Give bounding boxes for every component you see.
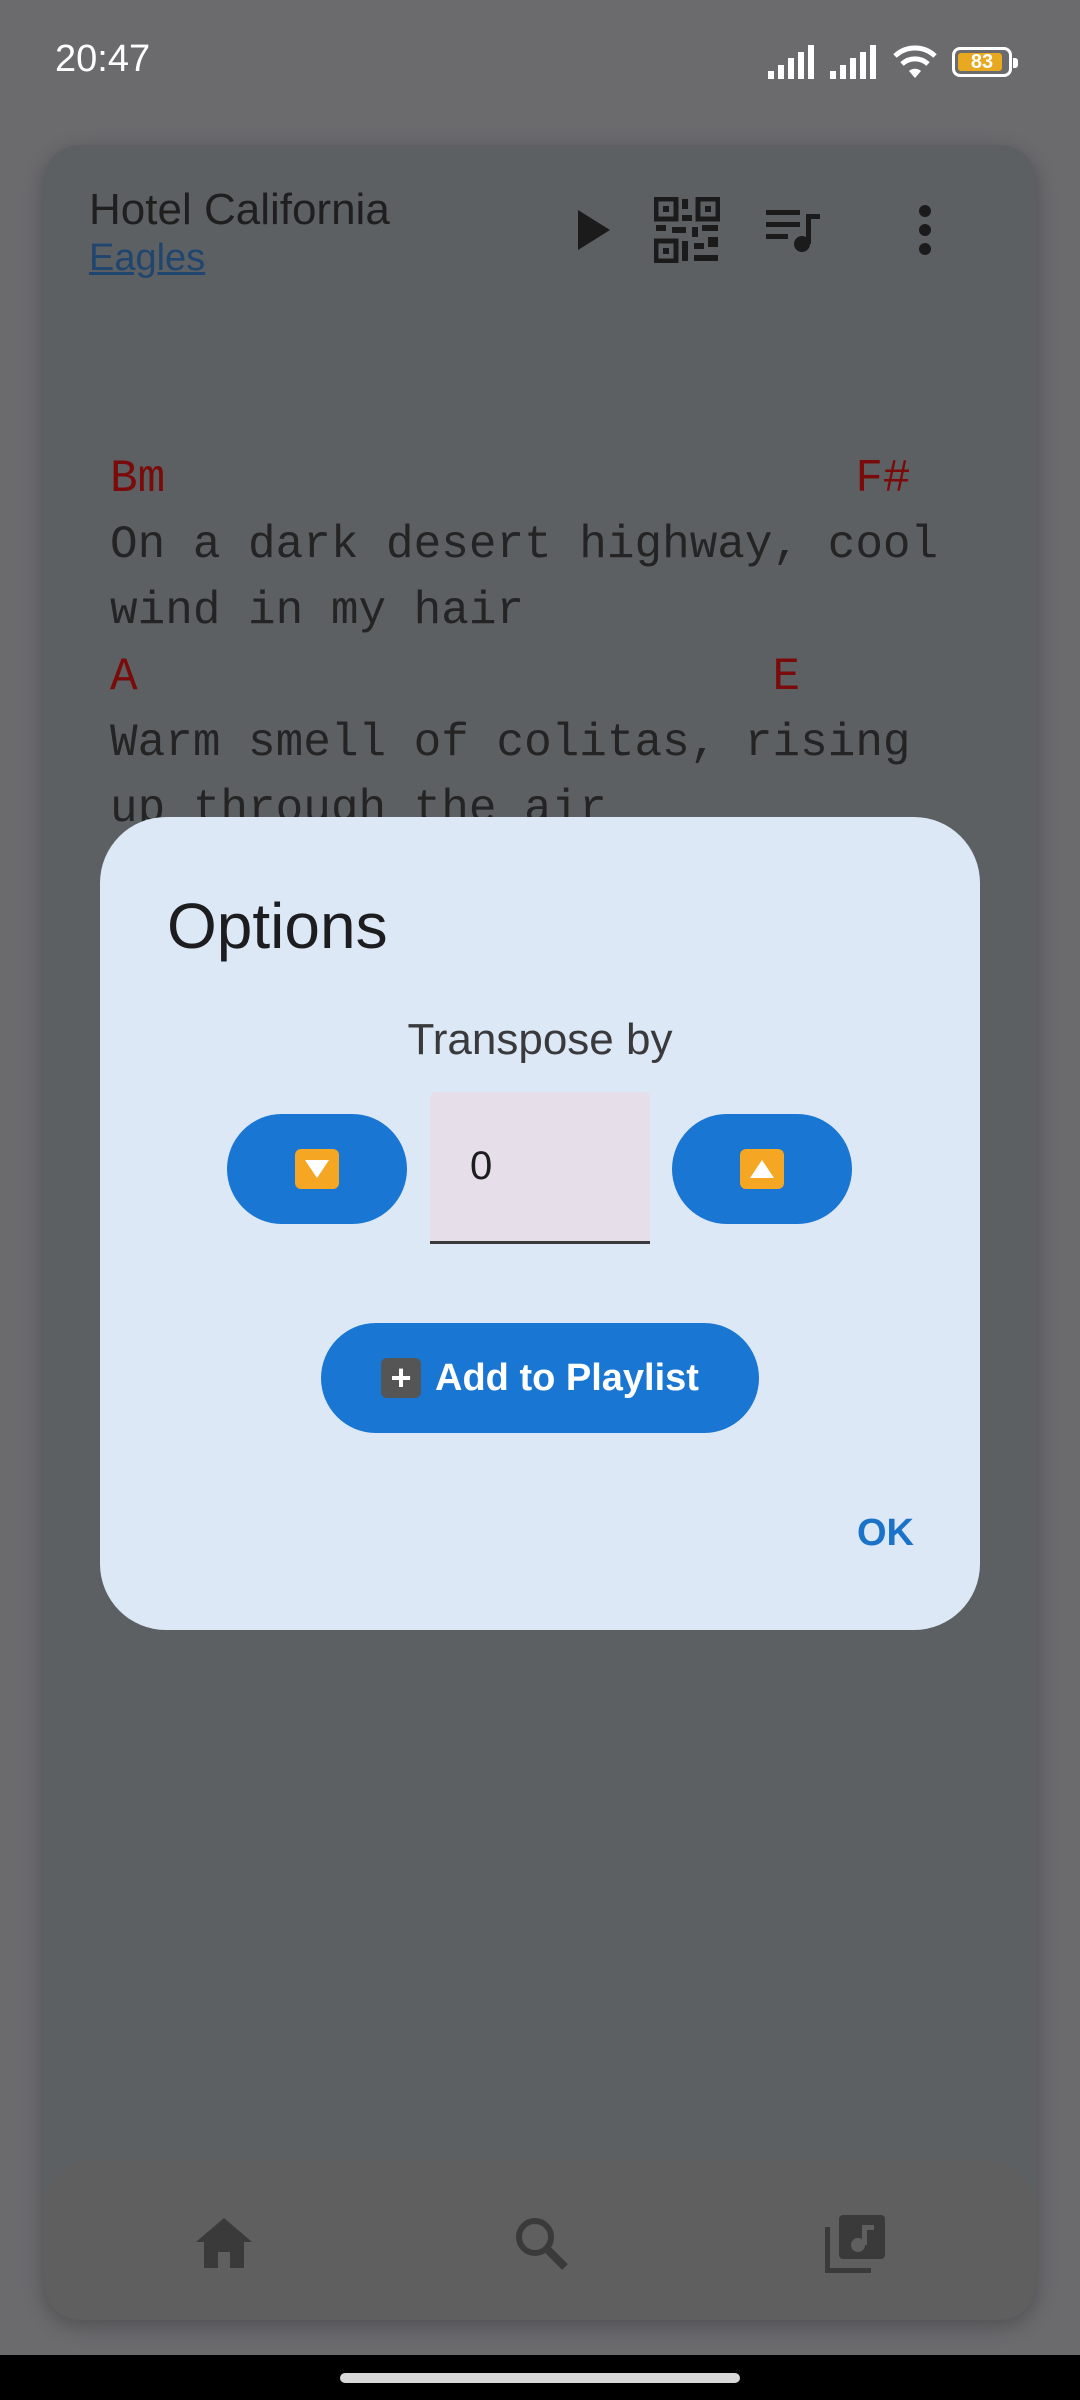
transpose-input[interactable] [430,1092,650,1244]
plus-icon: + [381,1357,422,1398]
signal-icon-2 [830,45,876,79]
bottom-navigation [44,2160,1036,2320]
more-vert-icon [919,205,931,255]
nav-search[interactable] [506,2208,576,2278]
gesture-bar [0,2355,1080,2400]
dialog-title: Options [167,890,388,962]
music-library-icon [825,2215,885,2273]
home-handle[interactable] [340,2373,740,2383]
playlist-icon [766,210,820,252]
chord-line: Bm F# [110,453,911,505]
battery-level: 83 [970,51,994,73]
more-options-button[interactable] [890,195,960,265]
options-dialog: Options Transpose by + Add to Playlist O… [100,817,980,1630]
playlist-button[interactable] [759,195,829,265]
add-to-playlist-label: Add to Playlist [435,1356,699,1399]
nav-home[interactable] [189,2208,259,2278]
signal-icon [768,45,814,79]
status-icons: 83 [768,40,1018,84]
lyric-line: Warm smell of colitas, rising [110,717,911,769]
lyric-line: On a dark desert highway, cool [110,519,939,571]
transpose-down-button[interactable] [227,1114,407,1224]
transpose-label: Transpose by [407,1015,673,1064]
play-button[interactable] [559,195,629,265]
chord-line: A E [110,651,801,703]
arrow-up-icon [740,1149,784,1189]
search-icon [516,2218,568,2270]
artist-link[interactable]: Eagles [89,237,205,280]
home-icon [196,2218,252,2268]
nav-library[interactable] [821,2208,891,2278]
add-to-playlist-button[interactable]: + Add to Playlist [321,1323,759,1433]
wifi-icon [893,45,937,78]
lyric-line: wind in my hair [110,585,525,637]
status-bar: 20:47 83 [0,0,1080,120]
qr-code-button[interactable] [652,195,722,265]
transpose-value-field[interactable] [470,1144,630,1189]
qr-code-icon [654,197,720,263]
play-icon [578,210,610,250]
transpose-up-button[interactable] [672,1114,852,1224]
song-title: Hotel California [89,185,390,234]
ok-button[interactable]: OK [857,1512,914,1555]
arrow-down-icon [295,1149,339,1189]
lyrics-text: Bm F# On a dark desert highway, cool wind … [110,380,938,842]
status-time: 20:47 [55,38,151,80]
battery-icon: 83 [952,47,1018,77]
